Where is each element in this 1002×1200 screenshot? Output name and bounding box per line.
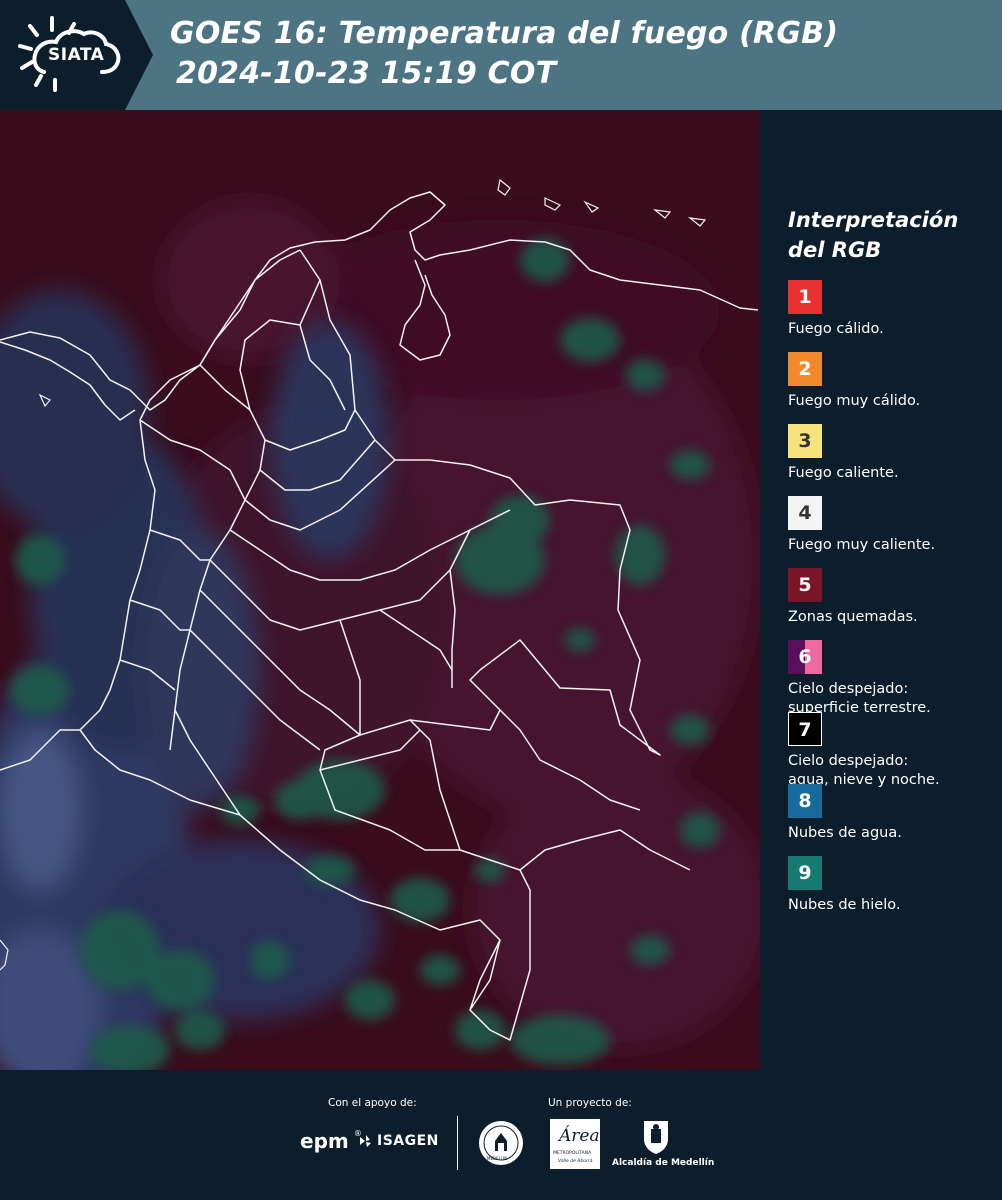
siata-logo-text: SIATA <box>48 45 105 65</box>
legend-swatch-3: 3 <box>788 424 822 458</box>
satellite-map <box>0 110 760 1070</box>
isagen-logo: ISAGEN <box>358 1133 439 1149</box>
page-title: GOES 16: Temperatura del fuego (RGB) <box>170 16 839 51</box>
legend-label-9: Nubes de hielo. <box>788 897 901 913</box>
header-bar: SIATA GOES 16: Temperatura del fuego (RG… <box>0 0 1002 110</box>
legend-label-2: Fuego muy cálido. <box>788 393 921 409</box>
legend-title-line2: del RGB <box>788 238 882 262</box>
legend-label-8: Nubes de agua. <box>788 825 902 841</box>
area-metropolitana-logo: Área METROPOLITANA Valle de Aburrá <box>550 1119 600 1169</box>
legend-swatch-8: 8 <box>788 784 822 818</box>
page-timestamp: 2024-10-23 15:19 COT <box>176 56 557 91</box>
legend-swatch-4: 4 <box>788 496 822 530</box>
legend-swatch-6: 6 <box>788 640 822 674</box>
legend-swatch-2: 2 <box>788 352 822 386</box>
legend-swatch-9: 9 <box>788 856 822 890</box>
legend-panel: Interpretación del RGB 1 Fuego cálido. 2 Fu… <box>788 205 988 913</box>
medellin-seal: MEDELLÍN <box>477 1119 525 1167</box>
epm-logo: epm ® <box>300 1129 362 1153</box>
footer-divider <box>457 1116 458 1170</box>
isagen-icon <box>360 1135 371 1147</box>
satellite-map-image <box>0 110 760 1070</box>
alcaldia-medellin-logo: Alcaldía de Medellín <box>612 1119 714 1169</box>
legend-swatch-7: 7 <box>788 712 822 746</box>
legend-label-4: Fuego muy caliente. <box>788 537 936 553</box>
legend-label-1: Fuego cálido. <box>788 321 884 337</box>
legend-label-3: Fuego caliente. <box>788 465 899 481</box>
legend-swatch-1: 1 <box>788 280 822 314</box>
legend-label-line1: Cielo despejado: <box>788 681 909 697</box>
footer: Con el apoyo de: Un proyecto de: epm ® I… <box>0 1070 1002 1200</box>
legend-swatch-5: 5 <box>788 568 822 602</box>
siata-logo: SIATA <box>0 0 152 110</box>
legend-title-line1: Interpretación <box>788 208 959 232</box>
support-label: Con el apoyo de: <box>328 1097 417 1109</box>
legend-label-5: Zonas quemadas. <box>788 609 918 625</box>
project-label: Un proyecto de: <box>548 1097 632 1109</box>
legend-label-line1: Cielo despejado: <box>788 753 909 769</box>
alcaldia-shield-icon <box>644 1121 668 1154</box>
